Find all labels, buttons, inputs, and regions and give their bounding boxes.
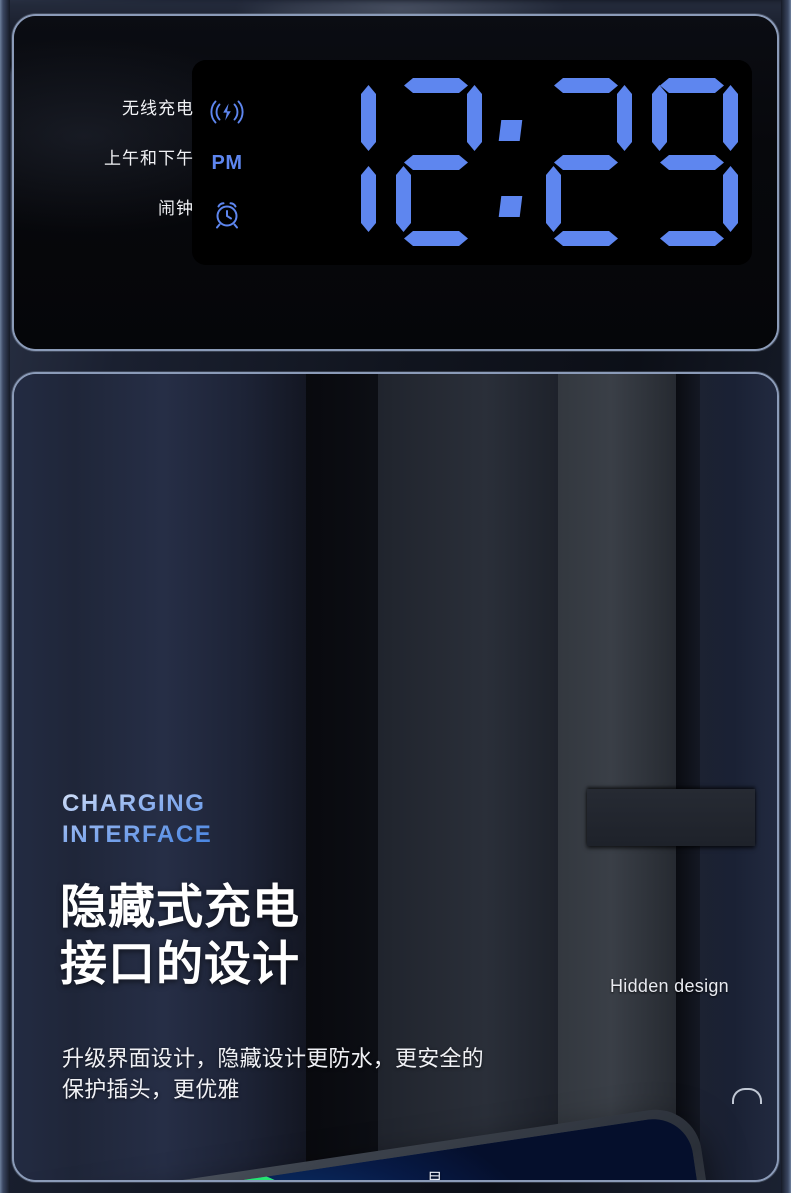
clock-time-display — [282, 78, 740, 246]
headline-line-2: 接口的设计 — [60, 937, 300, 993]
page-right-edge — [781, 0, 791, 1193]
time-digit-hour-ones — [388, 78, 484, 246]
label-alarm: 闹钟 — [158, 199, 194, 219]
clock-feature-labels: 无线充电 上午和下午 闹钟 — [54, 94, 194, 219]
wireless-charging-icon — [210, 96, 244, 128]
charging-interface-panel: CHARGING INTERFACE 隐藏式充电 接口的设计 升级界面设计，隐藏… — [12, 372, 779, 1182]
subcopy-line-2: 保护插头，更优雅 — [62, 1078, 240, 1104]
battery-status-caption: 目前电量75% — [424, 1170, 446, 1180]
time-digit-hour-tens — [282, 78, 378, 246]
time-separator-colon — [494, 78, 528, 246]
headline-line-1: 隐藏式充电 — [60, 880, 300, 935]
eyebrow-line-2: INTERFACE — [62, 820, 213, 848]
section-headline: 隐藏式充电 接口的设计 — [60, 879, 300, 994]
hidden-port-cover — [587, 789, 755, 846]
alarm-clock-icon — [210, 198, 244, 230]
label-am-pm: 上午和下午 — [104, 149, 194, 169]
pm-indicator: PM — [211, 152, 243, 174]
label-wireless-charging: 无线充电 — [122, 99, 194, 119]
clock-panel: 无线充电 上午和下午 闹钟 PM — [12, 14, 779, 351]
time-digit-minute-tens — [538, 78, 634, 246]
scene-band-gap — [676, 374, 700, 1180]
clock-indicator-column: PM — [210, 96, 244, 230]
cable-arc-detail — [732, 1088, 762, 1104]
subcopy-line-1: 升级界面设计，隐藏设计更防水，更安全的 — [62, 1047, 484, 1072]
section-subcopy: 升级界面设计，隐藏设计更防水，更安全的 保护插头，更优雅 — [62, 1044, 622, 1106]
page-left-edge — [0, 0, 10, 1193]
time-digit-minute-ones — [644, 78, 740, 246]
section-eyebrow: CHARGING INTERFACE — [62, 789, 212, 850]
hidden-design-caption: Hidden design — [610, 976, 729, 996]
eyebrow-line-1: CHARGING — [62, 790, 206, 817]
